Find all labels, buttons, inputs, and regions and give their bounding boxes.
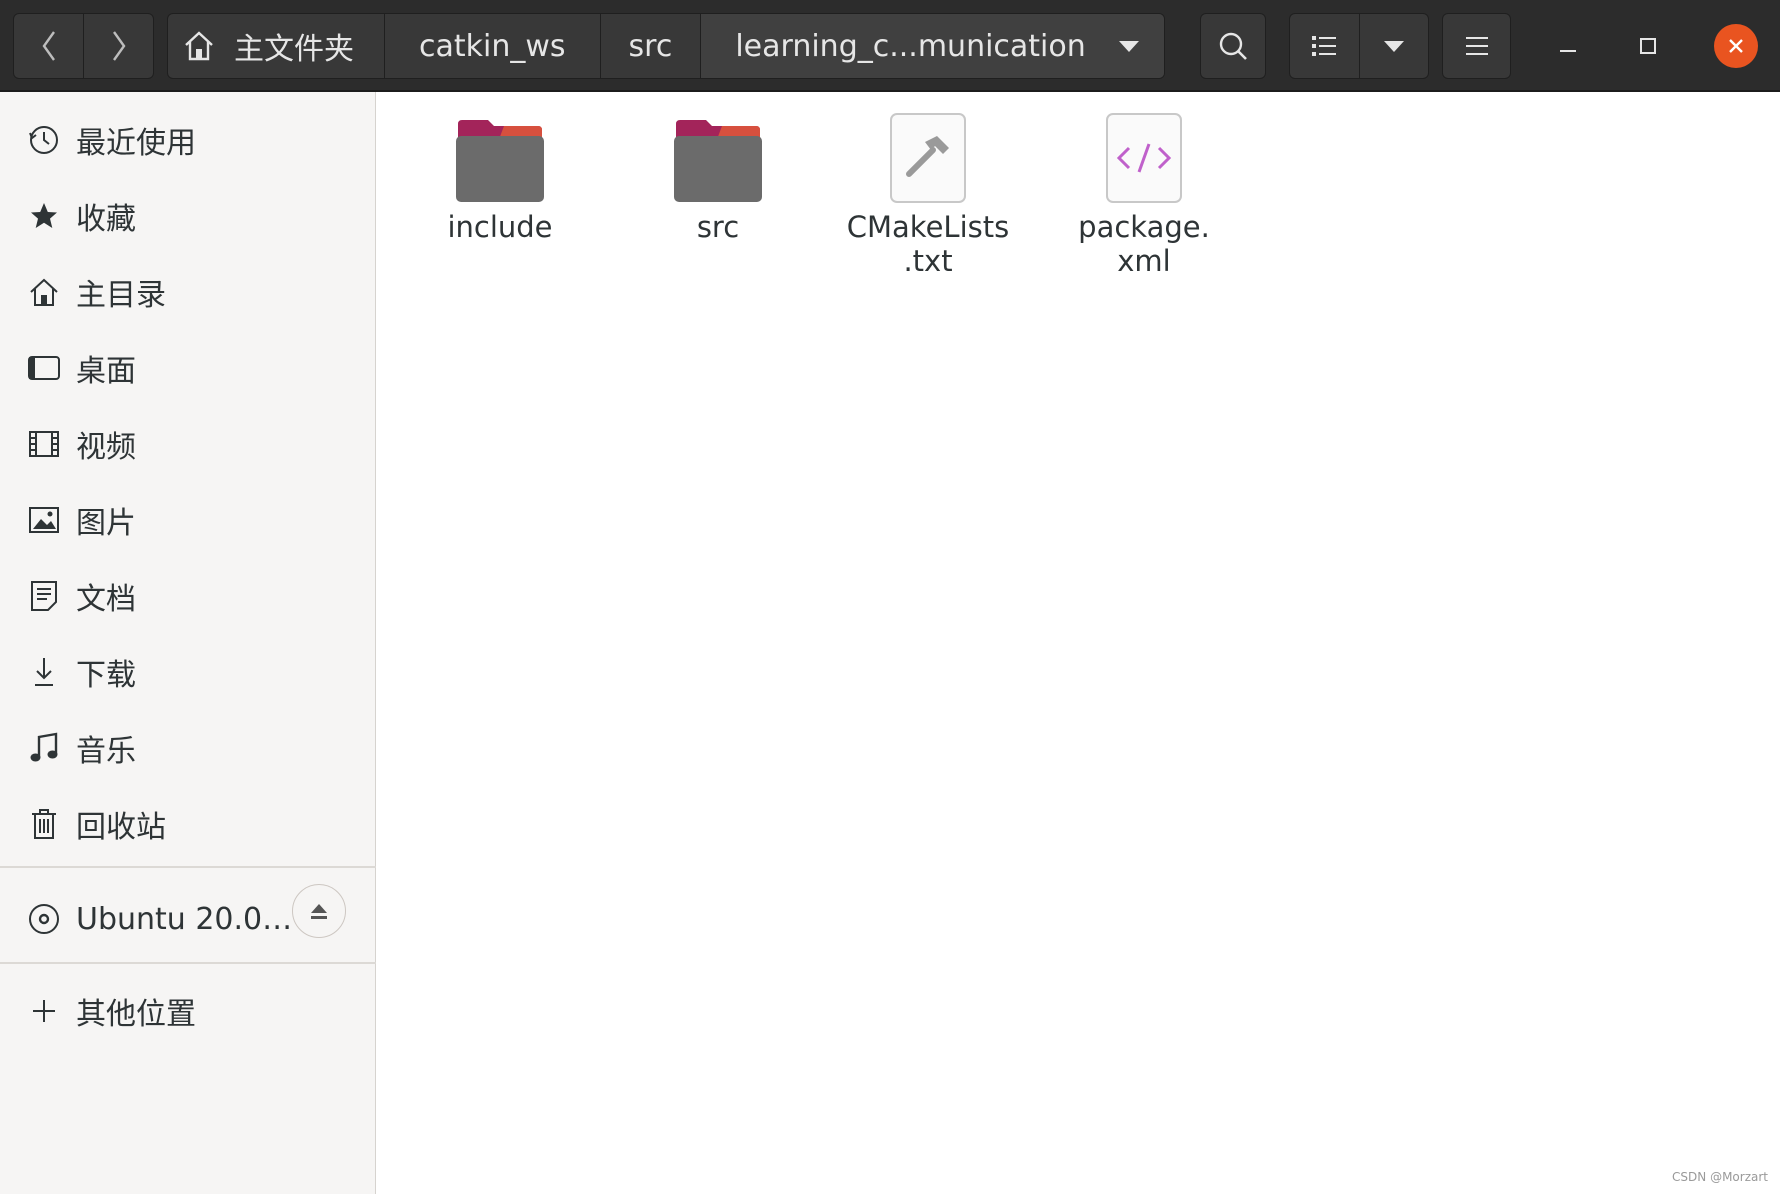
file-item-src[interactable]: src — [628, 108, 808, 244]
file-item-include[interactable]: include — [410, 108, 590, 244]
path-crumb-label: learning_c...munication — [735, 28, 1086, 64]
maximize-button[interactable] — [1626, 24, 1670, 68]
sidebar-item-label: 下载 — [76, 658, 136, 693]
home-icon — [27, 275, 61, 309]
sidebar-item-label: 回收站 — [76, 810, 166, 845]
hamburger-icon — [1465, 37, 1488, 55]
close-button[interactable] — [1714, 24, 1758, 68]
main-menu-button[interactable] — [1442, 13, 1511, 79]
sidebar-item-documents[interactable]: 文档 — [0, 560, 376, 632]
triangle-down-icon[interactable] — [1118, 39, 1140, 53]
sidebar-item-starred[interactable]: 收藏 — [0, 180, 376, 252]
chevron-left-icon — [42, 31, 55, 61]
sidebar-item-label: 视频 — [76, 430, 136, 465]
eject-button[interactable] — [292, 884, 346, 938]
path-crumb-home[interactable]: 主文件夹 — [168, 14, 384, 78]
view-buttons — [1289, 13, 1429, 79]
file-view: include src CMakeLists .txt package. xml… — [377, 92, 1780, 1194]
file-name: src — [696, 210, 740, 244]
sidebar-item-label: 桌面 — [76, 354, 136, 389]
close-icon — [1729, 39, 1743, 53]
path-crumb-label: catkin_ws — [419, 28, 566, 64]
view-options-button[interactable] — [1358, 14, 1429, 78]
xml-file-icon — [1054, 108, 1234, 204]
folder-icon — [410, 108, 590, 204]
sidebar-item-trash[interactable]: 回收站 — [0, 788, 376, 860]
sidebar-item-label: 最近使用 — [76, 126, 196, 161]
sidebar-item-recent[interactable]: 最近使用 — [0, 104, 376, 176]
sidebar-item-label: Ubuntu 20.0… — [76, 901, 293, 937]
sidebar-separator — [0, 962, 376, 964]
file-name: CMakeLists .txt — [846, 210, 1010, 278]
file-item-package-xml[interactable]: package. xml — [1054, 108, 1234, 278]
path-crumb-label: src — [628, 28, 673, 64]
triangle-down-icon — [1383, 41, 1404, 52]
minimize-button[interactable] — [1546, 24, 1590, 68]
file-name: package. xml — [1078, 210, 1210, 278]
sidebar-item-desktop[interactable]: 桌面 — [0, 332, 376, 404]
film-icon — [27, 427, 61, 461]
home-icon — [185, 31, 213, 61]
sidebar-item-home[interactable]: 主目录 — [0, 256, 376, 328]
plus-icon — [27, 994, 61, 1028]
file-item-cmakelists[interactable]: CMakeLists .txt — [838, 108, 1018, 278]
clock-icon — [27, 123, 61, 157]
sidebar-item-label: 收藏 — [76, 202, 136, 237]
watermark: CSDN @Morzart — [1672, 1170, 1768, 1184]
sidebar-item-music[interactable]: 音乐 — [0, 712, 376, 784]
search-button[interactable] — [1200, 13, 1266, 79]
sidebar-item-videos[interactable]: 视频 — [0, 408, 376, 480]
music-icon — [27, 731, 61, 765]
sidebar-item-label: 文档 — [76, 582, 136, 617]
chevron-right-icon — [112, 31, 125, 61]
file-name: include — [447, 210, 553, 244]
path-crumb-catkin-ws[interactable]: catkin_ws — [384, 14, 600, 78]
download-icon — [27, 655, 61, 689]
sidebar-item-label: 音乐 — [76, 734, 136, 769]
path-crumb-src[interactable]: src — [599, 14, 701, 78]
forward-button[interactable] — [83, 14, 153, 78]
disc-icon — [27, 902, 61, 936]
path-crumb-current[interactable]: learning_c...munication — [700, 14, 1164, 78]
search-icon — [1219, 32, 1247, 60]
sidebar-separator — [0, 866, 376, 868]
folder-icon — [628, 108, 808, 204]
maximize-icon — [1640, 38, 1656, 54]
path-crumb-label: 主文件夹 — [234, 32, 354, 67]
sidebar-item-pictures[interactable]: 图片 — [0, 484, 376, 556]
header-bar: 主文件夹 catkin_ws src learning_c...municati… — [0, 0, 1780, 92]
cmake-file-icon — [838, 108, 1018, 204]
list-view-icon — [1312, 36, 1337, 56]
desktop-icon — [27, 351, 61, 385]
sidebar-item-label: 图片 — [76, 506, 136, 541]
sidebar-item-other-locations[interactable]: 其他位置 — [0, 975, 376, 1047]
path-bar: 主文件夹 catkin_ws src learning_c...municati… — [167, 13, 1165, 79]
trash-icon — [27, 807, 61, 841]
list-view-button[interactable] — [1290, 14, 1359, 78]
sidebar: 最近使用 收藏 主目录 桌面 视频 图片 文档 下载 音乐 回收站 Ubuntu… — [0, 92, 376, 1194]
navigation-buttons — [13, 13, 154, 79]
star-icon — [27, 199, 61, 233]
back-button[interactable] — [14, 14, 83, 78]
sidebar-item-label: 其他位置 — [76, 997, 196, 1032]
sidebar-item-label: 主目录 — [76, 278, 166, 313]
picture-icon — [27, 503, 61, 537]
minimize-icon — [1560, 50, 1576, 52]
sidebar-item-downloads[interactable]: 下载 — [0, 636, 376, 708]
eject-icon — [311, 904, 327, 919]
document-icon — [27, 579, 61, 613]
